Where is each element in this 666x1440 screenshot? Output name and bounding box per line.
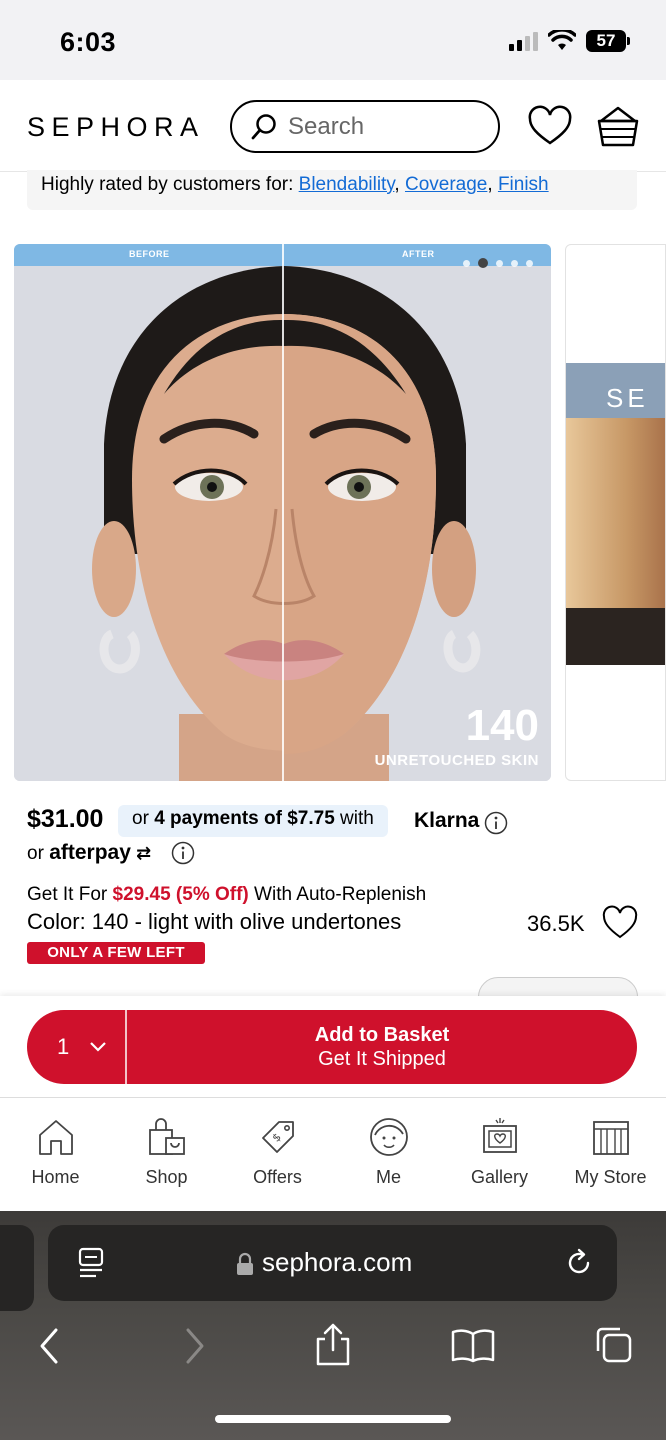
nav-my-store[interactable]: My Store [555, 1098, 666, 1211]
nav-home[interactable]: Home [0, 1098, 111, 1211]
home-icon [38, 1120, 73, 1155]
rated-link-finish[interactable]: Finish [498, 174, 549, 195]
carousel-dot-active[interactable] [478, 258, 488, 268]
search-icon [251, 113, 276, 139]
reader-icon[interactable] [76, 1247, 106, 1279]
search-input[interactable]: Search [230, 100, 500, 153]
gallery-icon [482, 1118, 517, 1153]
home-indicator[interactable] [215, 1415, 451, 1423]
rated-prefix: Highly rated by customers for: [41, 174, 299, 195]
back-icon[interactable] [36, 1326, 64, 1366]
nav-label-home: Home [31, 1167, 80, 1187]
nav-label-shop: Shop [145, 1167, 188, 1187]
nav-label-my-store: My Store [574, 1167, 647, 1187]
auto-replenish-suffix: With Auto-Replenish [248, 884, 427, 905]
klarna-amount: 4 payments of $7.75 [154, 808, 335, 829]
rated-link-coverage[interactable]: Coverage [405, 174, 487, 195]
afterpay-arrows-icon: ⇄ [136, 843, 152, 863]
lock-icon [237, 1252, 253, 1275]
status-icons: 57 [509, 30, 630, 52]
klarna-info-icon[interactable] [484, 811, 508, 835]
add-to-basket-button[interactable]: Add to Basket Get It Shipped [127, 1010, 637, 1084]
klarna-prefix: or [132, 808, 155, 829]
highly-rated-strip: Highly rated by customers for: Blendabil… [27, 170, 637, 210]
heart-icon[interactable] [527, 104, 573, 150]
status-time: 6:03 [60, 27, 117, 57]
status-bar: 6:03 57 [0, 0, 666, 80]
shop-icon [148, 1118, 185, 1155]
afterpay-row[interactable]: or afterpay ⇄ [27, 841, 151, 865]
share-icon[interactable] [313, 1323, 353, 1367]
klarna-installments[interactable]: or 4 payments of $7.75 with [118, 805, 388, 837]
quantity-selector[interactable]: 1 [27, 1010, 127, 1084]
me-icon [369, 1118, 408, 1156]
loves-count: 36.5K [527, 911, 585, 936]
nav-gallery[interactable]: Gallery [444, 1098, 555, 1211]
svg-text:$: $ [269, 1131, 283, 1145]
klarna-suffix: with [334, 808, 374, 829]
peek-logo-text: SE [606, 383, 649, 413]
tabs-icon[interactable] [592, 1323, 634, 1365]
address-bar[interactable]: sephora.com [48, 1225, 617, 1301]
carousel-dot[interactable] [511, 259, 518, 267]
love-heart-icon[interactable] [601, 904, 639, 942]
after-label: AFTER [402, 249, 435, 259]
offers-icon: $ [261, 1121, 294, 1153]
nav-label-gallery: Gallery [470, 1167, 528, 1187]
search-placeholder: Search [288, 112, 365, 140]
shade-caption: UNRETOUCHED SKIN [374, 752, 539, 769]
carousel-dot[interactable] [463, 259, 470, 267]
nav-me[interactable]: Me [333, 1098, 444, 1211]
nav-label-me: Me [375, 1167, 401, 1187]
bottom-nav: Home Shop $ Offers Me Gallery My Store [0, 1098, 666, 1211]
battery-icon: 57 [586, 30, 630, 52]
add-to-basket-area: 1 Add to Basket Get It Shipped [0, 996, 666, 1098]
nav-label-offers: Offers [253, 1167, 302, 1187]
afterpay-prefix: or [27, 843, 50, 864]
afterpay-info-icon[interactable] [171, 841, 195, 865]
before-after-divider [282, 244, 284, 781]
rated-link-blendability[interactable]: Blendability [299, 174, 395, 195]
carousel-dot[interactable] [526, 259, 533, 267]
sephora-logo[interactable]: SEPHORA [27, 112, 205, 143]
chevron-down-icon [90, 1042, 107, 1052]
carousel-dot[interactable] [496, 259, 503, 267]
cellular-signal-icon [509, 31, 538, 51]
wifi-icon [548, 30, 576, 50]
forward-icon[interactable] [180, 1326, 208, 1366]
store-icon [592, 1121, 629, 1155]
selected-color-label: Color: 140 - light with olive undertones [27, 909, 402, 934]
klarna-logo: Klarna [414, 809, 480, 832]
afterpay-logo: afterpay [49, 841, 131, 864]
reload-icon[interactable] [564, 1248, 594, 1278]
size-row-partial [27, 988, 247, 996]
auto-replenish-offer: Get It For $29.45 (5% Off) With Auto-Rep… [27, 884, 426, 906]
auto-replenish-deal: $29.45 (5% Off) [112, 884, 249, 905]
browser-chrome: sephora.com [0, 1211, 666, 1440]
bookmarks-icon[interactable] [450, 1327, 496, 1363]
site-header: SEPHORA Search [0, 80, 666, 172]
add-to-basket-bar: 1 Add to Basket Get It Shipped [27, 1010, 637, 1084]
shade-number: 140 [465, 701, 539, 750]
get-it-shipped-label: Get It Shipped [318, 1048, 446, 1070]
carousel-dots[interactable] [463, 258, 533, 268]
url-text: sephora.com [262, 1247, 413, 1277]
next-carousel-image[interactable]: SE [565, 244, 666, 781]
basket-icon[interactable] [595, 104, 641, 150]
add-to-basket-label: Add to Basket [314, 1024, 450, 1046]
before-label: BEFORE [129, 249, 170, 259]
product-price: $31.00 [27, 805, 104, 833]
low-stock-badge: ONLY A FEW LEFT [27, 942, 205, 964]
nav-shop[interactable]: Shop [111, 1098, 222, 1211]
quantity-value: 1 [57, 1034, 70, 1059]
nav-offers[interactable]: $ Offers [222, 1098, 333, 1211]
product-image-carousel[interactable]: BEFORE AFTER 140 UNRETOUCHED SKIN [14, 244, 551, 781]
auto-replenish-prefix: Get It For [27, 884, 113, 905]
previous-tab-edge[interactable] [0, 1225, 34, 1311]
